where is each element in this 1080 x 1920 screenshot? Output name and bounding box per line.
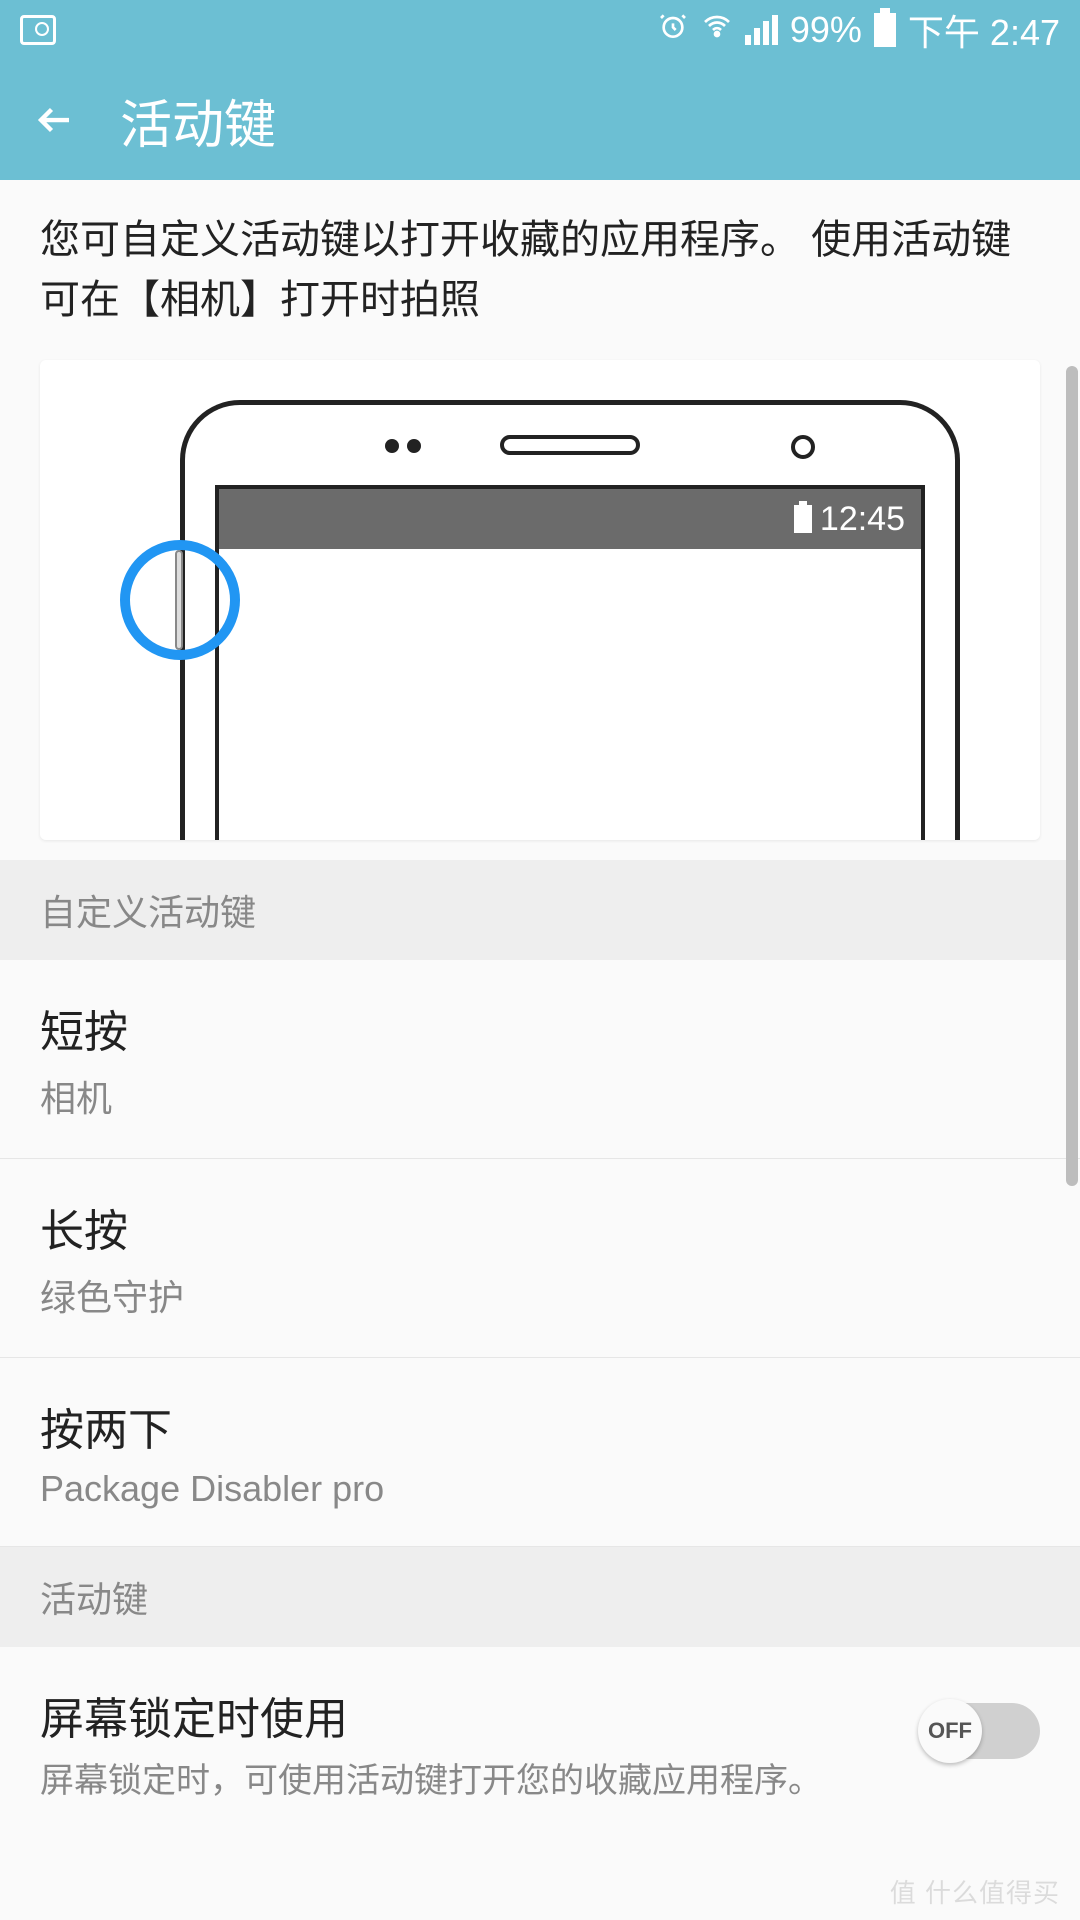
item-title: 按两下 — [40, 1394, 1040, 1458]
phone-camera-icon — [791, 435, 815, 459]
section-header-active-key: 活动键 — [0, 1547, 1080, 1647]
clock-time: 下午 2:47 — [908, 4, 1060, 56]
status-right: 99% 下午 2:47 — [657, 4, 1060, 56]
page-title: 活动键 — [120, 83, 276, 158]
back-button[interactable] — [30, 95, 80, 145]
battery-icon — [874, 13, 896, 47]
phone-speaker-icon — [500, 435, 640, 455]
status-bar: 99% 下午 2:47 — [0, 0, 1080, 60]
phone-illustration-statusbar: 12:45 — [219, 489, 921, 549]
watermark-text: 值 什么值得买 — [890, 1873, 1060, 1910]
alarm-icon — [657, 9, 689, 51]
scrollbar[interactable] — [1066, 366, 1078, 1186]
phone-illustration-time: 12:45 — [820, 500, 905, 539]
app-bar: 活动键 — [0, 60, 1080, 180]
list-item-short-press[interactable]: 短按 相机 — [0, 960, 1080, 1159]
status-left — [20, 15, 56, 45]
item-title: 短按 — [40, 996, 1040, 1060]
item-subtitle: Package Disabler pro — [40, 1468, 1040, 1510]
signal-icon — [745, 15, 778, 45]
section-header-customize: 自定义活动键 — [0, 860, 1080, 960]
switch-title: 屏幕锁定时使用 — [40, 1683, 890, 1747]
toggle-switch[interactable]: OFF — [920, 1703, 1040, 1759]
phone-outline: 12:45 — [180, 400, 960, 840]
wifi-icon — [701, 9, 733, 51]
highlight-circle-icon — [120, 540, 240, 660]
content-scroll[interactable]: 您可自定义活动键以打开收藏的应用程序。 使用活动键可在【相机】打开时拍照 12:… — [0, 180, 1080, 1920]
arrow-left-icon — [34, 99, 76, 141]
picture-icon — [20, 15, 56, 45]
list-item-long-press[interactable]: 长按 绿色守护 — [0, 1159, 1080, 1358]
phone-screen: 12:45 — [215, 485, 925, 840]
item-subtitle: 相机 — [40, 1070, 1040, 1122]
item-subtitle: 绿色守护 — [40, 1269, 1040, 1321]
phone-sensor-dots-icon — [385, 439, 421, 453]
item-title: 长按 — [40, 1195, 1040, 1259]
illustration-card: 12:45 — [40, 360, 1040, 840]
switch-description: 屏幕锁定时，可使用活动键打开您的收藏应用程序。 — [40, 1757, 890, 1806]
toggle-knob: OFF — [918, 1699, 982, 1763]
battery-mini-icon — [794, 505, 812, 533]
description-text: 您可自定义活动键以打开收藏的应用程序。 使用活动键可在【相机】打开时拍照 — [0, 180, 1080, 360]
list-item-double-press[interactable]: 按两下 Package Disabler pro — [0, 1358, 1080, 1547]
battery-percentage: 99% — [790, 9, 862, 51]
switch-item-use-when-locked[interactable]: 屏幕锁定时使用 屏幕锁定时，可使用活动键打开您的收藏应用程序。 OFF — [0, 1647, 1080, 1842]
